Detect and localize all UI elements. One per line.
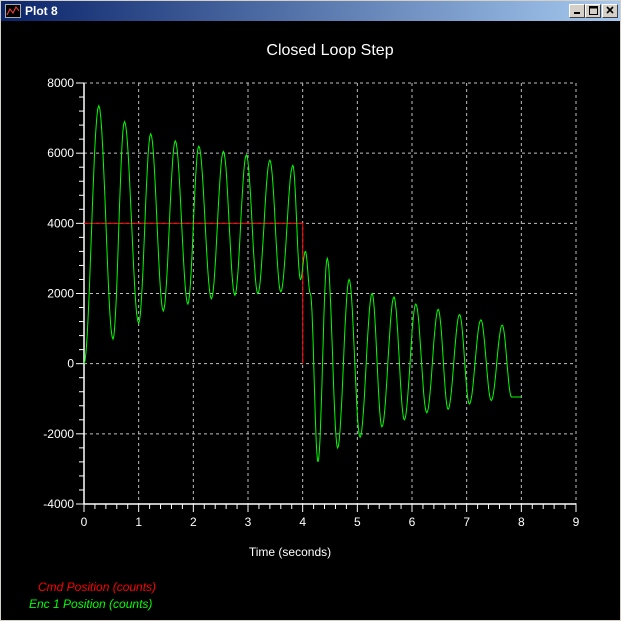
x-tick-label: 7 xyxy=(463,515,470,529)
x-tick-label: 5 xyxy=(354,515,361,529)
window-title: Plot 8 xyxy=(25,4,58,18)
x-tick-label: 2 xyxy=(190,515,197,529)
x-tick-label: 4 xyxy=(299,515,306,529)
title-bar[interactable]: Plot 8 xyxy=(1,1,620,21)
legend-cmd-label: Cmd Position (counts) xyxy=(38,580,157,594)
x-tick-label: 3 xyxy=(245,515,252,529)
y-tick-label: 4000 xyxy=(47,216,74,230)
chart: Closed Loop Step 0 1 2 3 4 5 6 7 8 9 8000 6000 4000 20… xyxy=(43,42,580,559)
x-tick-label: 1 xyxy=(135,515,142,529)
y-tick-label: -4000 xyxy=(43,497,74,511)
x-tick-label: 8 xyxy=(518,515,525,529)
plot-app-icon xyxy=(5,4,21,18)
close-icon xyxy=(606,6,614,14)
plot-area: Closed Loop Step 0 1 2 3 4 5 6 7 8 9 8000 6000 4000 20… xyxy=(5,22,618,618)
y-tick-label: 0 xyxy=(67,357,74,371)
plot-window: Plot 8 Closed Loop Step 0 1 2 3 4 5 6 7 8 9 8000 600… xyxy=(0,0,621,621)
minimize-button[interactable] xyxy=(569,4,585,18)
chart-title: Closed Loop Step xyxy=(266,42,393,59)
x-tick-label: 9 xyxy=(573,515,580,529)
x-axis-label: Time (seconds) xyxy=(249,545,331,559)
y-tick-label: -2000 xyxy=(43,427,74,441)
minimize-icon xyxy=(574,12,580,14)
y-tick-label: 2000 xyxy=(47,287,74,301)
x-tick-label: 6 xyxy=(409,515,416,529)
legend-enc-position: Enc 1 Position (counts) xyxy=(29,597,152,611)
maximize-icon xyxy=(588,6,598,15)
legend-enc-label: Enc 1 Position (counts) xyxy=(29,597,153,611)
close-button[interactable] xyxy=(602,4,618,18)
maximize-button[interactable] xyxy=(585,4,601,18)
legend-cmd-position: Cmd Position (counts) xyxy=(38,580,156,594)
x-tick-label: 0 xyxy=(81,515,88,529)
y-tick-label: 8000 xyxy=(47,76,74,90)
y-tick-label: 6000 xyxy=(47,146,74,160)
